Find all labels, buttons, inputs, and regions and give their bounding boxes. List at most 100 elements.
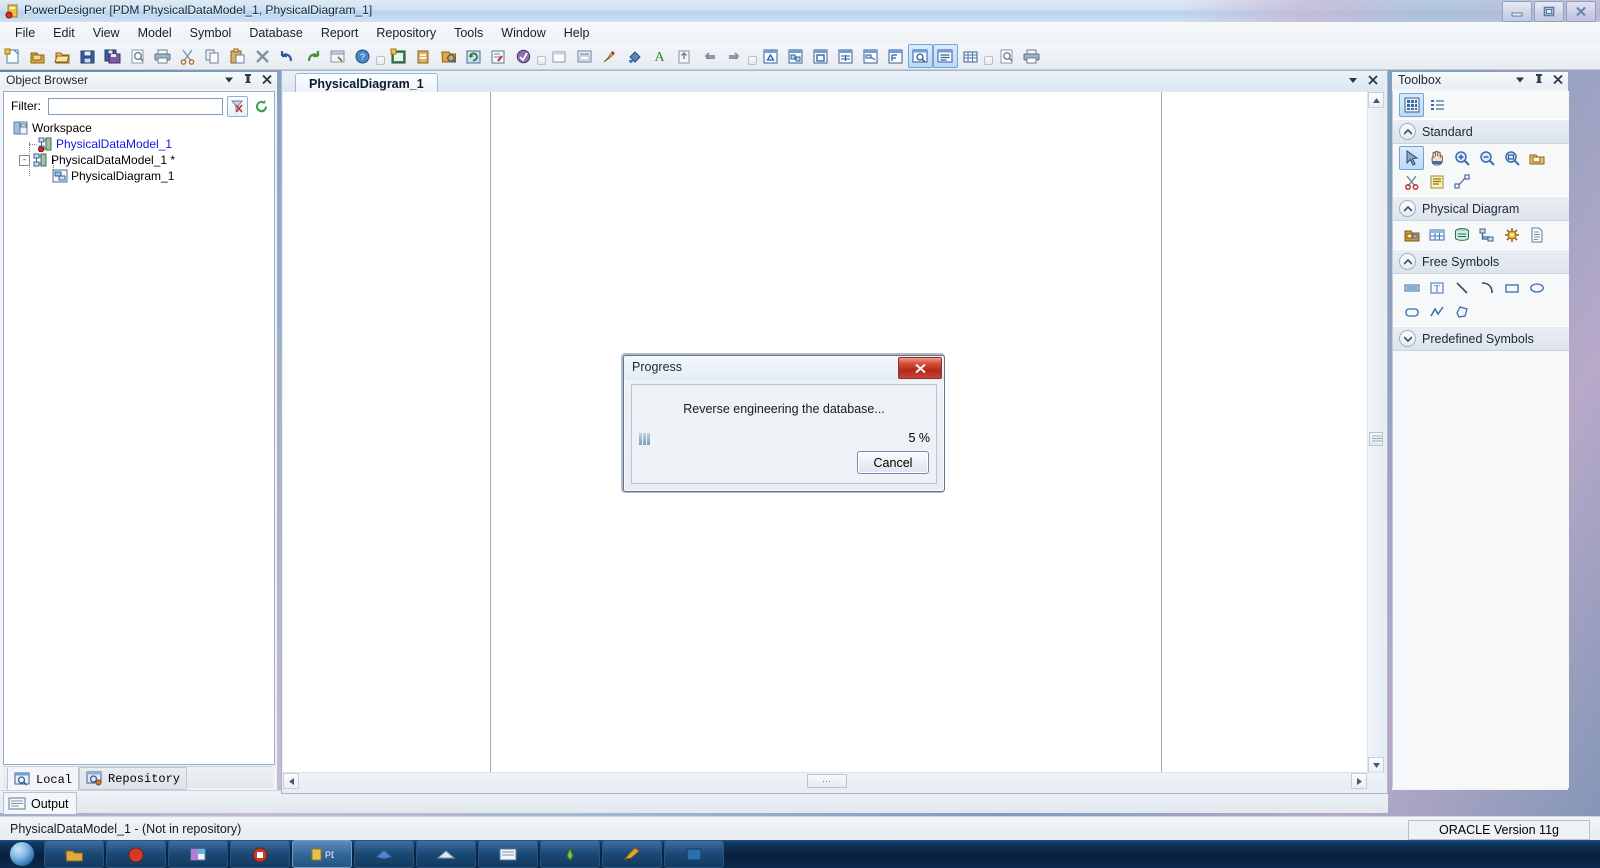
toolbar-grip-1[interactable] — [375, 44, 386, 68]
export-button[interactable] — [672, 44, 697, 68]
tree-item-workspace[interactable]: Workspace — [4, 120, 274, 136]
taskbar-button-5[interactable]: PD — [292, 840, 352, 868]
menu-edit[interactable]: Edit — [44, 24, 84, 42]
rounded-rectangle-symbol-tool[interactable] — [1399, 300, 1424, 324]
generate-button[interactable] — [436, 44, 461, 68]
save-button[interactable] — [75, 44, 100, 68]
font-color-button[interactable]: A — [647, 44, 672, 68]
start-button[interactable] — [0, 841, 44, 867]
result-list-button[interactable] — [958, 44, 983, 68]
toolbox-group-standard[interactable]: Standard — [1393, 119, 1569, 144]
package-tool[interactable] — [1399, 223, 1424, 247]
reference-tool[interactable] — [1474, 223, 1499, 247]
toolbar-grip-2[interactable] — [536, 44, 547, 68]
undo-button[interactable] — [275, 44, 300, 68]
open-package-diagram-tool[interactable] — [1524, 146, 1549, 170]
vertical-scroll-thumb[interactable] — [1369, 432, 1383, 446]
filter-input[interactable] — [47, 97, 224, 115]
procedure-tool[interactable] — [1499, 223, 1524, 247]
chevron-up-icon[interactable] — [1399, 253, 1416, 270]
dialog-close-button[interactable] — [898, 357, 942, 379]
taskbar-button-3[interactable] — [168, 840, 228, 868]
canvas-vertical-scrollbar[interactable] — [1367, 92, 1384, 773]
ellipse-symbol-tool[interactable] — [1524, 276, 1549, 300]
new-document-button[interactable] — [0, 44, 25, 68]
previous-button[interactable] — [697, 44, 722, 68]
link-note-tool[interactable] — [1449, 170, 1474, 194]
pointer-tool[interactable] — [1399, 146, 1424, 170]
help-button[interactable]: ? — [350, 44, 375, 68]
chevron-up-icon[interactable] — [1399, 123, 1416, 140]
dropdown-menu-icon[interactable] — [1514, 73, 1526, 86]
refresh-button[interactable] — [252, 96, 272, 117]
new-package-button[interactable] — [25, 44, 50, 68]
menu-file[interactable]: File — [6, 24, 44, 42]
save-all-button[interactable] — [100, 44, 125, 68]
text-symbol-tool[interactable]: T — [1424, 276, 1449, 300]
canvas-horizontal-scrollbar[interactable]: ⋯ — [283, 772, 1384, 790]
maximize-button[interactable] — [1534, 1, 1564, 22]
arc-symbol-tool[interactable] — [1474, 276, 1499, 300]
toolbar-grip-3[interactable] — [747, 44, 758, 68]
scroll-up-button[interactable] — [1368, 92, 1384, 108]
next-button[interactable] — [722, 44, 747, 68]
view-tool[interactable] — [1449, 223, 1474, 247]
toolbox-group-physical-diagram[interactable]: Physical Diagram — [1393, 196, 1569, 221]
output-toggle-button[interactable] — [933, 44, 958, 68]
menu-report[interactable]: Report — [312, 24, 368, 42]
menu-view[interactable]: View — [84, 24, 129, 42]
menu-symbol[interactable]: Symbol — [181, 24, 241, 42]
dropdown-menu-icon[interactable] — [223, 73, 235, 86]
browser-toggle-button[interactable] — [908, 44, 933, 68]
scroll-down-button[interactable] — [1368, 757, 1384, 773]
taskbar-button-2[interactable] — [106, 840, 166, 868]
close-icon[interactable] — [1367, 74, 1379, 86]
scroll-left-button[interactable] — [283, 773, 299, 789]
scroll-right-button[interactable] — [1351, 773, 1367, 789]
paste-button[interactable] — [225, 44, 250, 68]
properties-button[interactable] — [325, 44, 350, 68]
dropdown-menu-icon[interactable] — [1347, 74, 1359, 86]
line-symbol-tool[interactable] — [1449, 276, 1474, 300]
fill-color-button[interactable] — [622, 44, 647, 68]
horizontal-scroll-thumb[interactable]: ⋯ — [807, 774, 847, 788]
taskbar-button-10[interactable] — [602, 840, 662, 868]
view-ldm-button[interactable] — [783, 44, 808, 68]
toolbar-grip-4[interactable] — [983, 44, 994, 68]
taskbar-button-9[interactable] — [540, 840, 600, 868]
close-button[interactable] — [1566, 1, 1596, 22]
refresh-model-button[interactable] — [461, 44, 486, 68]
tree-item-physicaldatamodel-1-shortcut[interactable]: PhysicalDataModel_1 — [4, 136, 274, 152]
delete-scissors-tool[interactable] — [1399, 170, 1424, 194]
polygon-symbol-tool[interactable] — [1449, 300, 1474, 324]
taskbar-button-11[interactable] — [664, 840, 724, 868]
taskbar-button-8[interactable] — [478, 840, 538, 868]
grabber-hand-tool[interactable] — [1424, 146, 1449, 170]
print-preview-button[interactable] — [125, 44, 150, 68]
table-tool[interactable] — [1424, 223, 1449, 247]
menu-help[interactable]: Help — [555, 24, 599, 42]
close-icon[interactable] — [261, 73, 273, 86]
delete-button[interactable] — [250, 44, 275, 68]
palette-list-view-button[interactable] — [1424, 93, 1449, 117]
print-diagram-button[interactable] — [1019, 44, 1044, 68]
cut-button[interactable] — [175, 44, 200, 68]
toolbox-group-predefined-symbols[interactable]: Predefined Symbols — [1393, 326, 1569, 351]
cancel-button[interactable]: Cancel — [857, 451, 929, 474]
zoom-window-button[interactable] — [547, 44, 572, 68]
new-report-button[interactable] — [411, 44, 436, 68]
format-brush-button[interactable] — [597, 44, 622, 68]
redo-button[interactable] — [300, 44, 325, 68]
zoom-area-tool[interactable] — [1499, 146, 1524, 170]
menu-tools[interactable]: Tools — [445, 24, 492, 42]
page-setup-button[interactable] — [994, 44, 1019, 68]
note-tool[interactable] — [1424, 170, 1449, 194]
pin-icon[interactable] — [242, 73, 254, 86]
display-preferences-button[interactable] — [572, 44, 597, 68]
menu-repository[interactable]: Repository — [367, 24, 445, 42]
view-table-button[interactable] — [833, 44, 858, 68]
pin-icon[interactable] — [1533, 73, 1545, 86]
view-xsm-button[interactable] — [883, 44, 908, 68]
close-icon[interactable] — [1552, 73, 1564, 86]
zoom-in-tool[interactable] — [1449, 146, 1474, 170]
